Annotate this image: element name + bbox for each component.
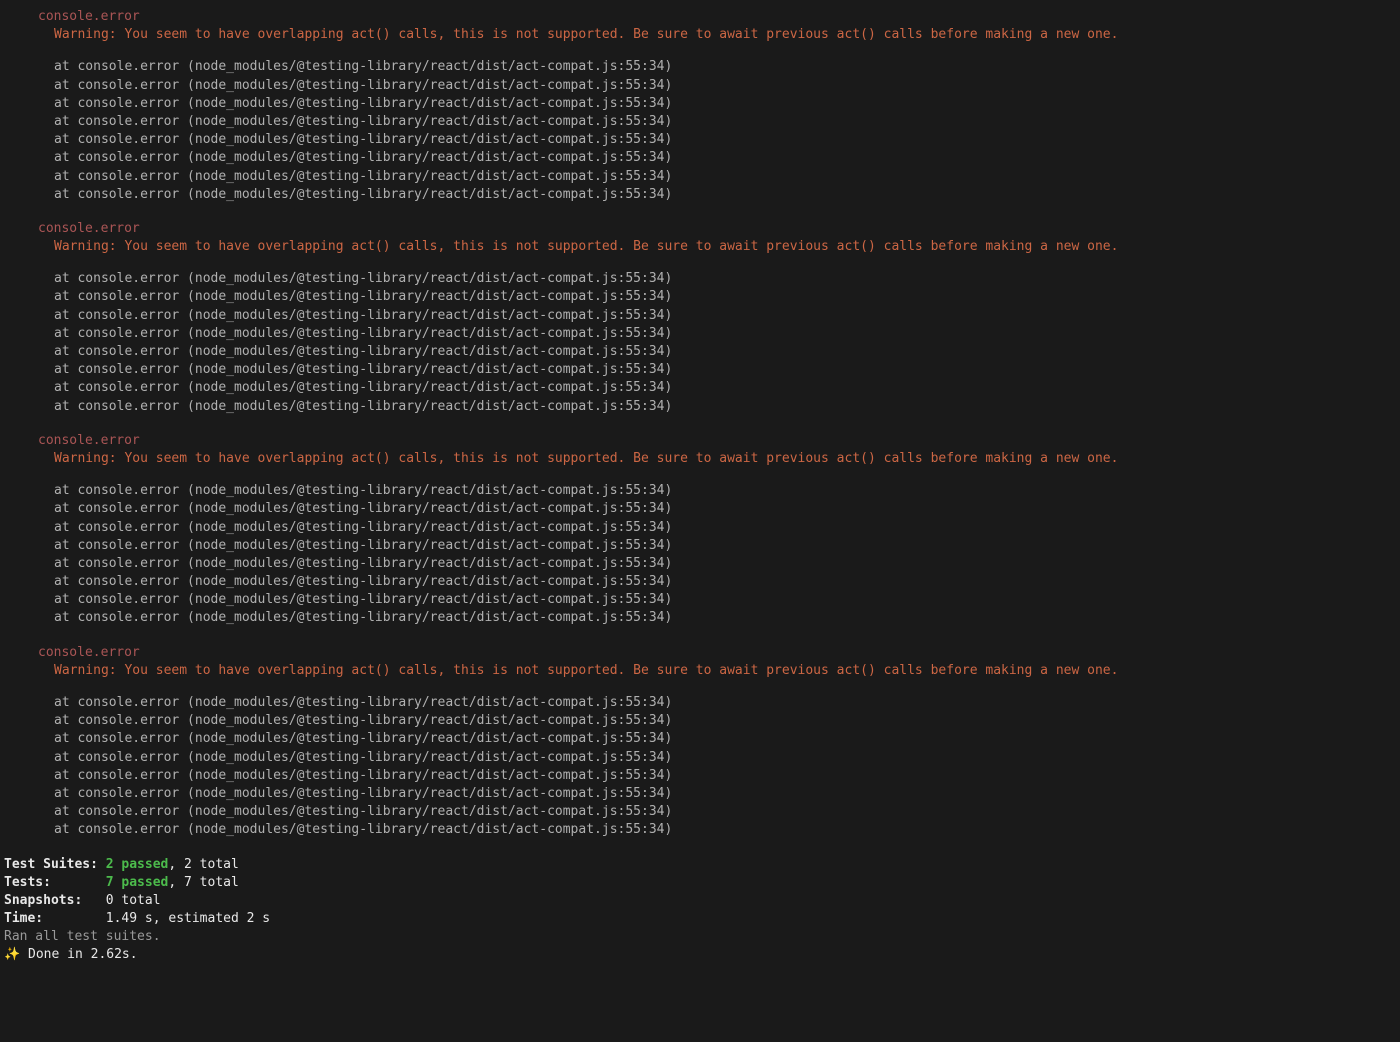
stack-trace: at console.error (node_modules/@testing-…	[4, 270, 1400, 416]
done-line: ✨ Done in 2.62s.	[4, 946, 1400, 964]
warning-message: Warning: You seem to have overlapping ac…	[4, 26, 1400, 44]
error-block: console.errorWarning: You seem to have o…	[4, 644, 1400, 840]
stack-line: at console.error (node_modules/@testing-…	[4, 288, 1400, 306]
stack-line: at console.error (node_modules/@testing-…	[4, 361, 1400, 379]
stack-line: at console.error (node_modules/@testing-…	[4, 785, 1400, 803]
summary-label: Tests:	[4, 875, 106, 890]
stack-line: at console.error (node_modules/@testing-…	[4, 803, 1400, 821]
ran-all-suites: Ran all test suites.	[4, 928, 1400, 946]
error-blocks: console.errorWarning: You seem to have o…	[4, 8, 1400, 840]
stack-line: at console.error (node_modules/@testing-…	[4, 58, 1400, 76]
stack-line: at console.error (node_modules/@testing-…	[4, 730, 1400, 748]
stack-line: at console.error (node_modules/@testing-…	[4, 325, 1400, 343]
stack-line: at console.error (node_modules/@testing-…	[4, 482, 1400, 500]
console-error-header: console.error	[4, 8, 1400, 26]
summary-label: Snapshots:	[4, 893, 106, 908]
stack-line: at console.error (node_modules/@testing-…	[4, 113, 1400, 131]
warning-message: Warning: You seem to have overlapping ac…	[4, 662, 1400, 680]
stack-trace: at console.error (node_modules/@testing-…	[4, 694, 1400, 840]
stack-line: at console.error (node_modules/@testing-…	[4, 379, 1400, 397]
summary-label: Time:	[4, 911, 106, 926]
stack-trace: at console.error (node_modules/@testing-…	[4, 58, 1400, 204]
stack-line: at console.error (node_modules/@testing-…	[4, 694, 1400, 712]
summary-passed: 2 passed	[106, 857, 169, 872]
stack-line: at console.error (node_modules/@testing-…	[4, 77, 1400, 95]
stack-line: at console.error (node_modules/@testing-…	[4, 270, 1400, 288]
stack-line: at console.error (node_modules/@testing-…	[4, 609, 1400, 627]
console-error-header: console.error	[4, 644, 1400, 662]
stack-line: at console.error (node_modules/@testing-…	[4, 131, 1400, 149]
terminal-output[interactable]: console.errorWarning: You seem to have o…	[0, 0, 1400, 965]
test-summary: Test Suites: 2 passed, 2 total Tests: 7 …	[4, 856, 1400, 965]
stack-line: at console.error (node_modules/@testing-…	[4, 767, 1400, 785]
stack-line: at console.error (node_modules/@testing-…	[4, 186, 1400, 204]
sparkle-icon: ✨	[4, 947, 20, 962]
error-block: console.errorWarning: You seem to have o…	[4, 220, 1400, 416]
warning-message: Warning: You seem to have overlapping ac…	[4, 238, 1400, 256]
stack-line: at console.error (node_modules/@testing-…	[4, 149, 1400, 167]
summary-tests: Tests: 7 passed, 7 total	[4, 874, 1400, 892]
summary-time: Time: 1.49 s, estimated 2 s	[4, 910, 1400, 928]
summary-passed: 7 passed	[106, 875, 169, 890]
stack-line: at console.error (node_modules/@testing-…	[4, 343, 1400, 361]
stack-line: at console.error (node_modules/@testing-…	[4, 500, 1400, 518]
stack-line: at console.error (node_modules/@testing-…	[4, 95, 1400, 113]
error-block: console.errorWarning: You seem to have o…	[4, 432, 1400, 628]
summary-rest: , 7 total	[168, 875, 238, 890]
summary-snapshots: Snapshots: 0 total	[4, 892, 1400, 910]
stack-line: at console.error (node_modules/@testing-…	[4, 555, 1400, 573]
stack-line: at console.error (node_modules/@testing-…	[4, 519, 1400, 537]
summary-value: 0 total	[106, 893, 161, 908]
stack-line: at console.error (node_modules/@testing-…	[4, 398, 1400, 416]
stack-line: at console.error (node_modules/@testing-…	[4, 712, 1400, 730]
stack-line: at console.error (node_modules/@testing-…	[4, 307, 1400, 325]
stack-line: at console.error (node_modules/@testing-…	[4, 749, 1400, 767]
done-text: Done in 2.62s.	[20, 947, 137, 962]
stack-line: at console.error (node_modules/@testing-…	[4, 168, 1400, 186]
summary-rest: , 2 total	[168, 857, 238, 872]
summary-test-suites: Test Suites: 2 passed, 2 total	[4, 856, 1400, 874]
stack-line: at console.error (node_modules/@testing-…	[4, 573, 1400, 591]
stack-line: at console.error (node_modules/@testing-…	[4, 537, 1400, 555]
summary-value: 1.49 s, estimated 2 s	[106, 911, 270, 926]
console-error-header: console.error	[4, 432, 1400, 450]
stack-line: at console.error (node_modules/@testing-…	[4, 821, 1400, 839]
stack-line: at console.error (node_modules/@testing-…	[4, 591, 1400, 609]
warning-message: Warning: You seem to have overlapping ac…	[4, 450, 1400, 468]
error-block: console.errorWarning: You seem to have o…	[4, 8, 1400, 204]
stack-trace: at console.error (node_modules/@testing-…	[4, 482, 1400, 628]
summary-label: Test Suites:	[4, 857, 106, 872]
console-error-header: console.error	[4, 220, 1400, 238]
